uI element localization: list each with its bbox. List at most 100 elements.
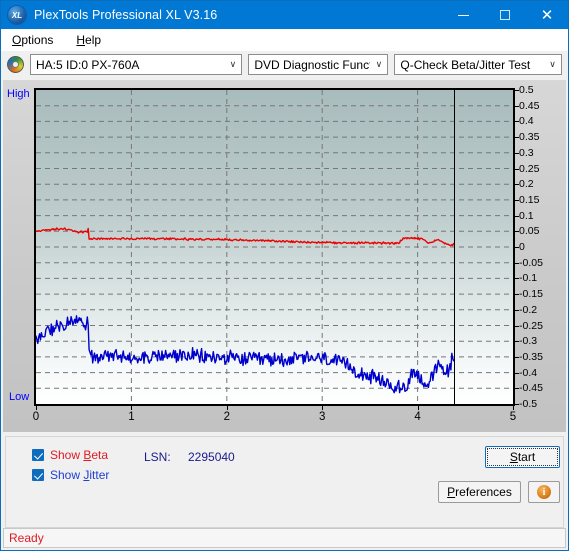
y-axis-tick-label: 0.05 bbox=[519, 225, 540, 238]
preferences-button[interactable]: Preferences bbox=[438, 481, 521, 503]
maximize-icon bbox=[500, 10, 510, 20]
focus-ring bbox=[487, 448, 558, 466]
preferences-button-label: Preferences bbox=[447, 485, 512, 499]
x-axis-tick-label: 0 bbox=[32, 411, 40, 423]
y-axis-tick-label: -0.05 bbox=[519, 256, 543, 269]
chevron-down-icon: ∨ bbox=[229, 59, 237, 69]
chevron-down-icon: ∨ bbox=[549, 59, 556, 69]
y-axis-tick-mark bbox=[515, 341, 519, 343]
info-icon: i bbox=[537, 485, 551, 499]
y-axis-tick-label: 0.45 bbox=[519, 99, 540, 112]
axis-high-label: High bbox=[7, 88, 30, 100]
close-icon: ✕ bbox=[540, 5, 554, 24]
function-select[interactable]: DVD Diagnostic Functions ∨ bbox=[248, 54, 389, 75]
y-axis-tick-label: 0.35 bbox=[519, 131, 540, 144]
x-axis-tick-label: 2 bbox=[223, 411, 230, 423]
y-axis-tick-mark bbox=[515, 294, 519, 296]
maximize-button[interactable] bbox=[484, 1, 526, 29]
x-axis-tick-mark bbox=[322, 406, 324, 410]
x-axis-tick-mark bbox=[36, 406, 37, 410]
x-axis-tick-mark bbox=[131, 406, 133, 410]
y-axis-tick-mark bbox=[515, 168, 519, 170]
plot-area bbox=[34, 88, 515, 406]
x-axis-tick-label: 4 bbox=[414, 411, 421, 423]
y-axis-tick-mark bbox=[515, 215, 519, 217]
app-window: XL PlexTools Professional XL V3.16 ✕ Opt… bbox=[0, 0, 569, 551]
x-axis-tick-mark bbox=[226, 406, 228, 410]
test-select-value: Q-Check Beta/Jitter Test bbox=[400, 57, 531, 72]
menu-help-mnemonic: H bbox=[76, 32, 86, 47]
toolbar: HA:5 ID:0 PX-760A ∨ DVD Diagnostic Funct… bbox=[1, 51, 568, 78]
y-axis-tick-label: 0 bbox=[519, 241, 525, 253]
lsn-label: LSN: bbox=[144, 450, 171, 464]
y-axis-tick-label: 0.4 bbox=[519, 115, 534, 128]
chart-svg bbox=[36, 90, 513, 404]
function-select-value: DVD Diagnostic Functions bbox=[254, 57, 370, 72]
start-button[interactable]: Start bbox=[485, 446, 560, 468]
app-icon: XL bbox=[8, 6, 26, 24]
menu-bar: Options Help bbox=[1, 29, 568, 51]
y-axis-tick-mark bbox=[515, 121, 519, 123]
y-axis-tick-mark bbox=[515, 325, 519, 327]
y-axis-tick-mark bbox=[515, 247, 519, 248]
status-bar: Ready bbox=[3, 528, 566, 548]
optical-disc-icon bbox=[7, 56, 24, 73]
menu-options[interactable]: Options bbox=[10, 32, 55, 48]
x-axis-tick-label: 1 bbox=[128, 411, 135, 423]
chart-background: High Low 0.5 0.45 0.4 0.35 0.3 0.25 0.2 0.15 0.1… bbox=[3, 80, 566, 432]
y-axis-tick-mark bbox=[515, 278, 519, 280]
show-beta-checkbox[interactable] bbox=[32, 449, 44, 461]
y-axis-tick-label: -0.4 bbox=[519, 366, 538, 379]
y-axis-tick-label: -0.3 bbox=[519, 335, 538, 348]
show-jitter-checkbox[interactable] bbox=[32, 469, 44, 481]
y-axis-tick-label: 0.5 bbox=[519, 84, 534, 96]
controls-panel: Show Beta Show Jitter LSN: 2295040 Start… bbox=[5, 436, 564, 528]
x-axis-tick-label: 5 bbox=[509, 411, 517, 423]
minimize-icon bbox=[457, 14, 469, 16]
window-controls: ✕ bbox=[442, 1, 568, 29]
y-axis-tick-label: 0.1 bbox=[519, 209, 534, 222]
chart-panel: High Low 0.5 0.45 0.4 0.35 0.3 0.25 0.2 0.15 0.1… bbox=[3, 80, 566, 432]
y-axis-tick-mark bbox=[515, 309, 519, 311]
y-axis-tick-mark bbox=[515, 231, 519, 233]
test-select[interactable]: Q-Check Beta/Jitter Test ∨ bbox=[394, 54, 562, 75]
menu-options-mnemonic: O bbox=[12, 32, 22, 47]
data-end-marker bbox=[453, 88, 455, 406]
y-axis-tick-mark bbox=[515, 388, 519, 390]
y-axis-tick-label: 0.15 bbox=[519, 193, 540, 206]
y-axis-tick-mark bbox=[515, 356, 519, 358]
minimize-button[interactable] bbox=[442, 1, 484, 29]
y-axis-tick-label: -0.5 bbox=[519, 398, 538, 410]
show-jitter-label: Show Jitter bbox=[50, 468, 110, 482]
y-axis-tick-label: -0.45 bbox=[519, 382, 543, 395]
x-axis-tick-mark bbox=[513, 406, 514, 410]
drive-select[interactable]: HA:5 ID:0 PX-760A ∨ bbox=[30, 54, 243, 75]
close-button[interactable]: ✕ bbox=[526, 1, 568, 29]
y-axis-tick-label: -0.35 bbox=[519, 350, 543, 363]
y-axis-tick-mark bbox=[515, 372, 519, 374]
title-bar: XL PlexTools Professional XL V3.16 ✕ bbox=[1, 1, 568, 29]
window-title: PlexTools Professional XL V3.16 bbox=[34, 8, 218, 22]
y-axis-tick-label: -0.15 bbox=[519, 288, 543, 301]
y-axis-tick-mark bbox=[515, 152, 519, 154]
menu-help[interactable]: Help bbox=[74, 32, 103, 48]
y-axis-tick-label: -0.1 bbox=[519, 272, 538, 285]
info-button[interactable]: i bbox=[528, 481, 560, 503]
y-axis-tick-label: -0.2 bbox=[519, 303, 538, 316]
y-axis-tick-mark bbox=[515, 199, 519, 201]
y-axis-tick-label: 0.25 bbox=[519, 162, 540, 175]
x-axis-tick-label: 3 bbox=[318, 411, 326, 423]
show-beta-label: Show Beta bbox=[50, 448, 109, 462]
menu-help-label: elp bbox=[85, 32, 102, 47]
show-jitter-row[interactable]: Show Jitter bbox=[32, 468, 109, 482]
drive-select-value: HA:5 ID:0 PX-760A bbox=[36, 57, 140, 72]
y-axis-tick-mark bbox=[515, 137, 519, 139]
y-axis-tick-mark bbox=[515, 105, 519, 107]
menu-options-label: ptions bbox=[21, 32, 54, 47]
x-axis-tick-mark bbox=[417, 406, 419, 410]
show-beta-row[interactable]: Show Beta bbox=[32, 448, 108, 462]
y-axis-tick-label: 0.2 bbox=[519, 178, 534, 191]
y-axis-tick-label: -0.25 bbox=[519, 319, 543, 332]
y-axis-tick-mark bbox=[515, 404, 519, 405]
axis-low-label: Low bbox=[9, 391, 30, 403]
